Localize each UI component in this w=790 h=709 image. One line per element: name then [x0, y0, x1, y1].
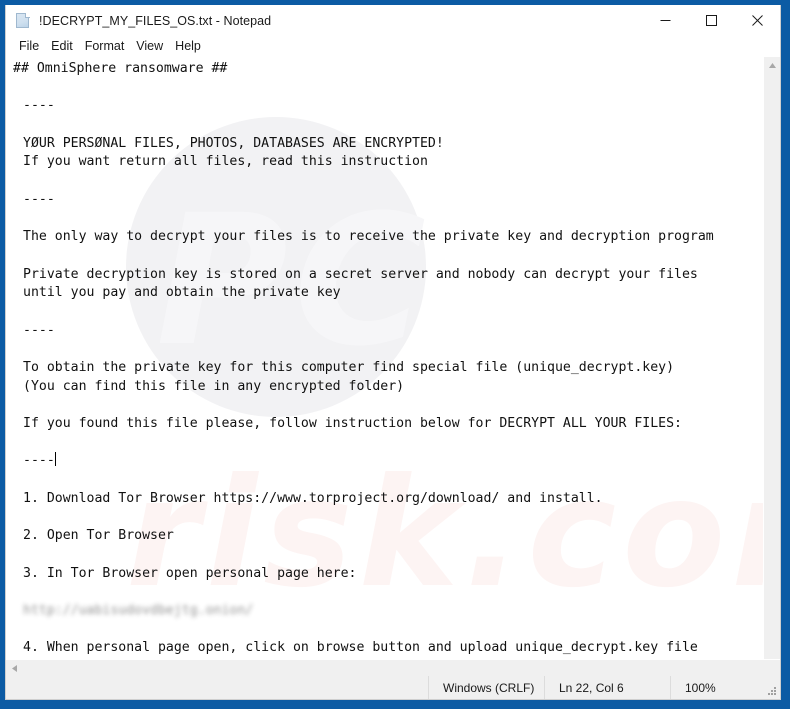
- text-line: [13, 583, 763, 602]
- editor-area: PC risk.com ## OmniSphere ransomware ##-…: [6, 57, 780, 659]
- maximize-button[interactable]: [688, 5, 734, 36]
- document-text: ## OmniSphere ransomware ## ---- YØUR PERS…: [6, 57, 763, 659]
- close-icon: [751, 15, 763, 26]
- text-line: [13, 509, 763, 528]
- text-line: until you pay and obtain the private key: [23, 285, 341, 301]
- text-line: [13, 434, 763, 453]
- text-line: [13, 396, 763, 415]
- close-button[interactable]: [734, 5, 780, 36]
- status-bar: Windows (CRLF) Ln 22, Col 6 100%: [6, 676, 780, 699]
- text-line: 1. Download Tor Browser https://www.torp…: [23, 490, 603, 506]
- scroll-up-button[interactable]: [764, 57, 780, 74]
- text-line: [13, 621, 763, 640]
- status-zoom-level: 100%: [670, 676, 780, 699]
- text-line: ----: [23, 322, 55, 338]
- text-caret: [54, 452, 56, 467]
- notepad-window: !DECRYPT_MY_FILES_OS.txt - Notepad File …: [0, 0, 790, 709]
- text-line: The only way to decrypt your files is to…: [23, 229, 714, 245]
- text-line: [13, 247, 763, 266]
- menu-item-help[interactable]: Help: [169, 36, 207, 57]
- text-line: ----: [23, 452, 56, 469]
- text-line: [13, 471, 763, 490]
- text-line: [13, 210, 763, 229]
- status-cursor-position: Ln 22, Col 6: [544, 676, 670, 699]
- minimize-icon: [660, 20, 670, 21]
- notepad-document-icon: [15, 12, 31, 29]
- text-line: [13, 303, 763, 322]
- text-line: ----: [23, 98, 55, 114]
- text-line: [13, 658, 763, 659]
- menu-bar: File Edit Format View Help: [6, 36, 780, 57]
- text-line: ## OmniSphere ransomware ##: [13, 61, 228, 76]
- scrollbar-corner: [763, 660, 780, 676]
- text-line: [13, 546, 763, 565]
- window-title: !DECRYPT_MY_FILES_OS.txt - Notepad: [39, 13, 272, 28]
- text-line: YØUR PERSØNAL FILES, PHOTOS, DATABASES A…: [23, 135, 444, 151]
- scroll-up-arrow-icon: [768, 63, 776, 68]
- status-line-ending: Windows (CRLF): [428, 676, 544, 699]
- resize-grip-icon[interactable]: [767, 686, 777, 696]
- horizontal-scroll-track[interactable]: [23, 660, 763, 676]
- minimize-button[interactable]: [642, 5, 688, 36]
- menu-item-view[interactable]: View: [130, 36, 169, 57]
- text-line: (You can find this file in any encrypted…: [23, 378, 405, 394]
- vertical-scrollbar[interactable]: [763, 57, 780, 659]
- text-line: [13, 340, 763, 359]
- menu-item-format[interactable]: Format: [79, 36, 131, 57]
- menu-item-edit[interactable]: Edit: [45, 36, 79, 57]
- text-line: [13, 172, 763, 191]
- horizontal-scrollbar[interactable]: [6, 659, 780, 676]
- menu-item-file[interactable]: File: [13, 36, 45, 57]
- text-line: To obtain the private key for this compu…: [23, 360, 675, 375]
- window-inner: !DECRYPT_MY_FILES_OS.txt - Notepad File …: [5, 5, 781, 700]
- text-line: http://uabisudovdbejtg.onion/: [23, 602, 254, 618]
- scroll-left-arrow-icon: [12, 664, 17, 672]
- title-bar[interactable]: !DECRYPT_MY_FILES_OS.txt - Notepad: [6, 5, 780, 36]
- scroll-left-button[interactable]: [6, 660, 23, 676]
- text-editor[interactable]: PC risk.com ## OmniSphere ransomware ##-…: [6, 57, 763, 659]
- text-line: [13, 116, 763, 135]
- text-line: ----: [23, 191, 55, 207]
- text-line: If you want return all files, read this …: [23, 154, 428, 170]
- text-line: 3. In Tor Browser open personal page her…: [23, 565, 357, 581]
- text-line: Private decryption key is stored on a se…: [23, 266, 698, 282]
- text-line: If you found this file please, follow in…: [23, 416, 682, 432]
- vertical-scroll-track[interactable]: [764, 74, 780, 659]
- maximize-icon: [705, 15, 717, 26]
- text-line: 2. Open Tor Browser: [23, 528, 174, 544]
- text-line: [13, 79, 763, 98]
- text-line: 4. When personal page open, click on bro…: [23, 640, 698, 656]
- window-controls: [642, 5, 780, 36]
